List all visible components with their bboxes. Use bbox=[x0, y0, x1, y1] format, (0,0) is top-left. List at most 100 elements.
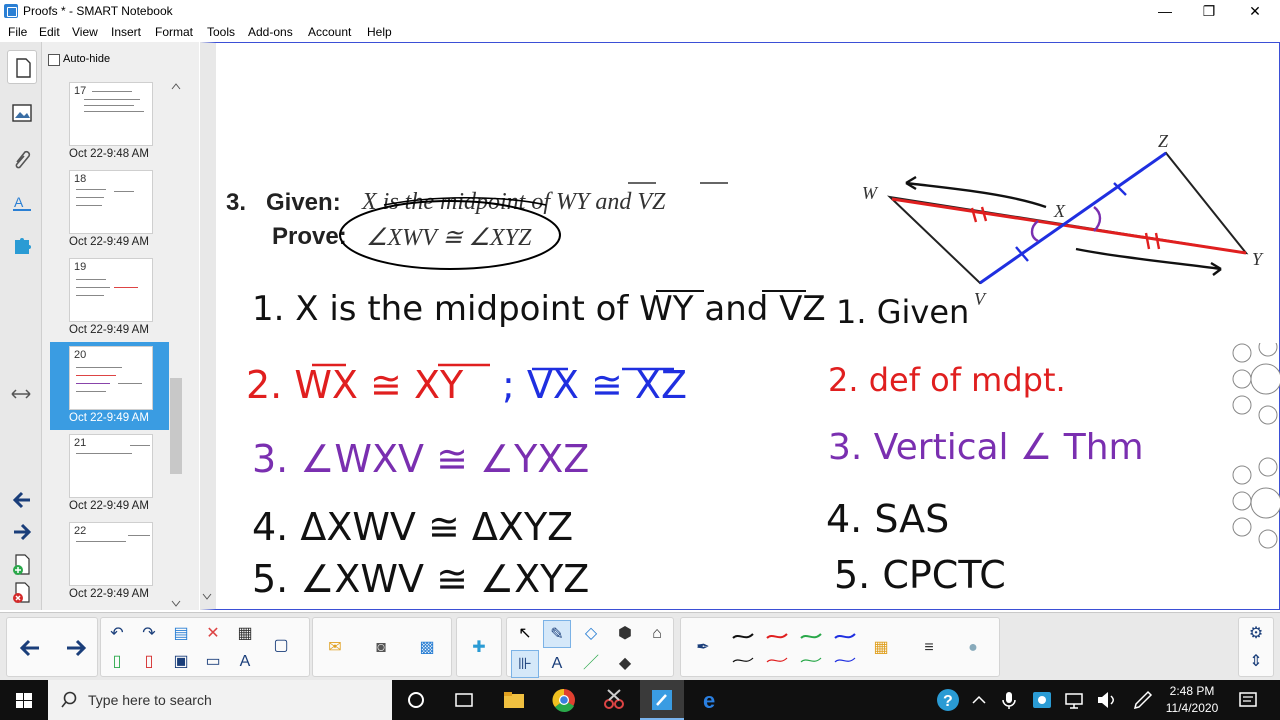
delete-icon[interactable]: ✕ bbox=[199, 620, 227, 648]
redo-icon[interactable]: ↷ bbox=[135, 620, 163, 648]
color-palette-icon[interactable]: ▦ bbox=[867, 634, 895, 662]
fill-effects-icon[interactable]: ● bbox=[959, 634, 987, 662]
menu-account[interactable]: Account bbox=[308, 25, 351, 39]
taskbar-time[interactable]: 2:48 PM bbox=[1162, 684, 1222, 698]
forward-arrow-icon[interactable] bbox=[63, 636, 89, 660]
menu-edit[interactable]: Edit bbox=[39, 25, 60, 39]
fill-tool-icon[interactable]: ⬢ bbox=[611, 620, 639, 648]
taskbar-search[interactable]: Type here to search bbox=[48, 680, 392, 720]
snipping-tool-icon[interactable] bbox=[600, 686, 628, 714]
screen-shade-icon[interactable]: ▭ bbox=[199, 648, 227, 676]
camera-icon[interactable]: ◙ bbox=[367, 634, 395, 662]
navigation-group bbox=[6, 617, 98, 677]
chrome-icon[interactable] bbox=[550, 686, 578, 714]
gallery-tab[interactable] bbox=[7, 96, 37, 130]
svg-text:?: ? bbox=[943, 693, 953, 710]
table-icon[interactable]: ▦ bbox=[231, 620, 259, 648]
text-recognition-icon[interactable]: A bbox=[231, 648, 259, 676]
show-hidden-icons-icon[interactable] bbox=[968, 686, 996, 714]
smart-ink-tray-icon[interactable] bbox=[1030, 686, 1058, 714]
floating-tools[interactable] bbox=[1226, 343, 1280, 563]
page-sorter: Auto-hide 17 Oct 22-9:48 AM 18 Oct 22-9:… bbox=[42, 42, 199, 610]
page-thumbnail-18[interactable]: 18 bbox=[69, 170, 153, 234]
pen-tool-icon[interactable]: ✎ bbox=[543, 620, 571, 648]
magic-pen-icon[interactable]: ⌂ bbox=[643, 620, 671, 648]
add-page-icon[interactable]: ▯ bbox=[103, 648, 131, 676]
add-page-icon[interactable] bbox=[10, 552, 34, 576]
microphone-icon[interactable] bbox=[998, 686, 1026, 714]
notifications-icon[interactable] bbox=[1234, 686, 1262, 714]
line-style-icon[interactable]: ≡ bbox=[915, 634, 943, 662]
statement-3: 3. ∠WXV ≅ ∠YXZ bbox=[252, 437, 590, 481]
select-tool-icon[interactable]: ↖ bbox=[511, 620, 539, 648]
scroll-up-icon[interactable] bbox=[171, 82, 181, 90]
document-camera-icon[interactable]: ▩ bbox=[413, 634, 441, 662]
file-explorer-icon[interactable] bbox=[500, 686, 528, 714]
window-title: Proofs * - SMART Notebook bbox=[23, 4, 173, 18]
addons-tab[interactable] bbox=[7, 228, 37, 262]
properties-tab[interactable]: A bbox=[7, 184, 37, 218]
puzzle-icon[interactable]: ✚ bbox=[465, 634, 493, 662]
scrollbar-thumb[interactable] bbox=[170, 378, 182, 474]
save-icon[interactable]: ▣ bbox=[167, 648, 195, 676]
menu-format[interactable]: Format bbox=[155, 25, 193, 39]
resize-arrows-icon[interactable] bbox=[10, 386, 32, 402]
notebook-canvas[interactable]: 3. Given: X is the midpoint of WY and VZ… bbox=[200, 42, 1280, 610]
volume-icon[interactable] bbox=[1094, 686, 1122, 714]
paste-icon[interactable]: ▤ bbox=[167, 620, 195, 648]
delete-page-icon[interactable]: ▯ bbox=[135, 648, 163, 676]
page-sorter-tab[interactable] bbox=[7, 50, 37, 84]
menu-tools[interactable]: Tools bbox=[207, 25, 235, 39]
page-thumbnail-22[interactable]: 22 bbox=[69, 522, 153, 586]
page-number: 19 bbox=[74, 261, 87, 273]
scroll-down-icon[interactable] bbox=[171, 600, 181, 608]
windows-start-icon[interactable] bbox=[0, 680, 48, 720]
page-thumbnail-19[interactable]: 19 bbox=[69, 258, 153, 322]
delete-page-icon[interactable] bbox=[10, 580, 34, 604]
display-icon[interactable]: ▢ bbox=[267, 632, 295, 660]
addons-group: ✚ bbox=[456, 617, 502, 677]
edge-icon[interactable]: e bbox=[698, 686, 726, 714]
autohide-checkbox[interactable] bbox=[48, 54, 60, 66]
statement-4: 4. ΔXWV ≅ ΔXYZ bbox=[252, 505, 574, 549]
taskbar-date[interactable]: 11/4/2020 bbox=[1162, 701, 1222, 715]
minimize-button[interactable]: — bbox=[1142, 0, 1188, 22]
maximize-button[interactable]: ❐ bbox=[1186, 0, 1232, 22]
attachments-tab[interactable] bbox=[7, 140, 37, 174]
smart-notebook-taskbar-button[interactable] bbox=[640, 680, 684, 720]
page-thumbnail-20[interactable]: 20 bbox=[69, 346, 153, 410]
vertex-label-y: Y bbox=[1252, 249, 1263, 269]
task-view-icon[interactable] bbox=[450, 686, 478, 714]
menu-view[interactable]: View bbox=[72, 25, 98, 39]
pen-icon[interactable]: ✒ bbox=[689, 634, 717, 662]
menu-file[interactable]: File bbox=[8, 25, 27, 39]
text-tool-icon[interactable]: A bbox=[543, 650, 571, 678]
close-button[interactable]: ✕ bbox=[1232, 0, 1278, 22]
page-number: 18 bbox=[74, 173, 87, 185]
statement-1: 1. X is the midpoint of WY and VZ bbox=[252, 289, 826, 329]
cortana-icon[interactable] bbox=[402, 686, 430, 714]
eraser-icon[interactable]: ◆ bbox=[611, 650, 639, 678]
pen-workspace-icon[interactable] bbox=[1130, 686, 1158, 714]
shapes-tool-icon[interactable]: ◇ bbox=[577, 620, 605, 648]
windows-taskbar: Type here to search e ? 2:48 PM 11/4/202… bbox=[0, 680, 1280, 720]
menu-insert[interactable]: Insert bbox=[111, 25, 141, 39]
gear-icon[interactable]: ⚙ bbox=[1242, 620, 1270, 648]
menu-help[interactable]: Help bbox=[367, 25, 392, 39]
pen-properties-group: ✒ ▦ ≡ ● bbox=[680, 617, 1000, 677]
canvas-scroll-down-icon[interactable] bbox=[202, 593, 212, 601]
menu-addons[interactable]: Add-ons bbox=[248, 25, 293, 39]
sorter-scrollbar[interactable] bbox=[168, 82, 186, 610]
page-thumbnail-21[interactable]: 21 bbox=[69, 434, 153, 498]
undo-icon[interactable]: ↶ bbox=[103, 620, 131, 648]
network-icon[interactable] bbox=[1062, 686, 1090, 714]
previous-page-icon[interactable] bbox=[10, 488, 34, 512]
pen-types-icon[interactable]: ⊪ bbox=[511, 650, 539, 678]
line-tool-icon[interactable]: ／ bbox=[577, 650, 605, 678]
page-thumbnail-17[interactable]: 17 bbox=[69, 82, 153, 146]
help-icon[interactable]: ? bbox=[934, 686, 962, 714]
next-page-icon[interactable] bbox=[10, 520, 34, 544]
toolbar-position-icon[interactable]: ⇕ bbox=[1242, 648, 1270, 676]
back-arrow-icon[interactable] bbox=[17, 636, 43, 660]
response-icon[interactable]: ✉ bbox=[321, 634, 349, 662]
